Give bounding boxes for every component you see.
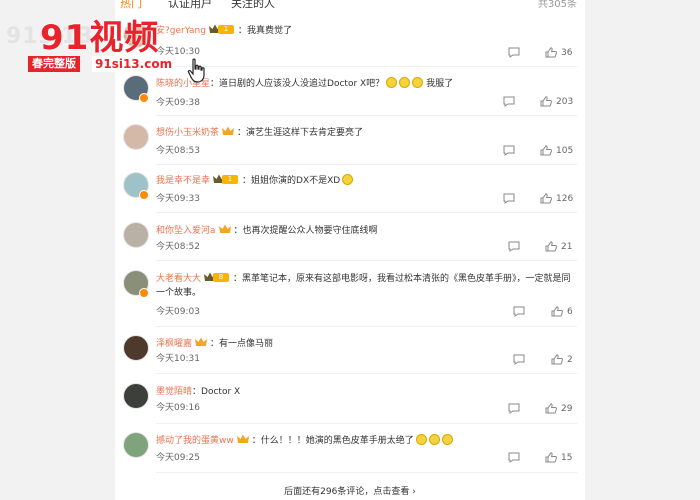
reply-icon[interactable] <box>508 452 520 463</box>
emoji-icon <box>386 77 398 88</box>
avatar[interactable] <box>123 222 149 248</box>
like-icon[interactable] <box>540 193 552 204</box>
comment-line: 泽枫曜嘉 ：有一点像马丽 <box>156 337 274 349</box>
reply-icon[interactable] <box>508 241 520 252</box>
comment-username[interactable]: 撼动了我的蛋黄ww <box>156 436 234 446</box>
comment-username[interactable]: 和你坠入爱河a <box>156 226 216 236</box>
like-count: 203 <box>556 97 574 107</box>
verified-badge <box>139 190 149 200</box>
like-count: 15 <box>561 453 573 463</box>
watermark-subtitle: 春完整版 <box>28 56 80 72</box>
divider <box>156 373 577 374</box>
comment-time: 今天09:25 <box>156 453 200 463</box>
divider <box>156 326 577 327</box>
like-count: 2 <box>567 355 573 365</box>
reply-icon[interactable] <box>503 96 515 107</box>
emoji-icon <box>415 434 427 445</box>
like-icon[interactable] <box>540 145 552 156</box>
crown-icon <box>195 337 208 346</box>
comment-time: 今天10:31 <box>156 354 200 364</box>
comment-time: 今天09:33 <box>156 194 200 204</box>
divider <box>156 212 577 213</box>
emoji-icon <box>428 434 440 445</box>
comment-line: 墨觉陌晴：Doctor X <box>156 387 241 397</box>
comment-time: 今天09:03 <box>156 307 200 317</box>
comment-text: 姐姐你演的DX不是XD <box>251 176 341 186</box>
emoji-icon <box>342 174 354 185</box>
like-count: 105 <box>556 146 574 156</box>
like-icon[interactable] <box>545 403 557 414</box>
comment-total: 共305条 <box>537 0 577 10</box>
divider <box>156 164 577 165</box>
crown-icon <box>236 434 249 443</box>
comment-username[interactable]: 我是幸不是幸 <box>156 176 210 186</box>
reply-icon[interactable] <box>508 47 520 58</box>
watermark-url: 91si13.com <box>92 56 176 72</box>
like-icon[interactable] <box>545 241 557 252</box>
emoji-icon <box>399 77 411 88</box>
avatar[interactable] <box>123 432 149 458</box>
comment-time: 今天09:16 <box>156 403 200 413</box>
comment-time: 今天09:38 <box>156 98 200 108</box>
verified-badge <box>139 288 149 298</box>
avatar[interactable] <box>123 124 149 150</box>
comment-text: 有一点像马丽 <box>219 339 274 349</box>
like-count: 29 <box>561 404 573 414</box>
verified-badge <box>139 93 149 103</box>
reply-icon[interactable] <box>508 403 520 414</box>
more-comments-link[interactable]: 后面还有296条评论，点击查看 › <box>115 484 585 497</box>
comment-line: 和你坠入爱河a ：也再次提醒公众人物要守住底线啊 <box>156 224 378 236</box>
like-icon[interactable] <box>545 47 557 58</box>
divider <box>156 260 577 261</box>
divider <box>156 423 577 424</box>
comment-username[interactable]: 墨觉陌晴 <box>156 387 192 397</box>
vip-badge: 1 <box>213 174 239 185</box>
comment-time: 今天08:53 <box>156 146 200 156</box>
like-icon[interactable] <box>545 452 557 463</box>
crown-icon <box>218 224 231 233</box>
comment-line: 大老看大大 8 ：黑革笔记本，原来有这部电影呀，我看过松本清张的《黑色皮革手册》，一… <box>156 272 571 298</box>
comment-text: 也再次提醒公众人物要守住底线啊 <box>242 226 378 236</box>
reply-icon[interactable] <box>513 354 525 365</box>
comment-time: 今天08:52 <box>156 242 200 252</box>
crown-icon <box>222 126 235 135</box>
hand-cursor-icon <box>187 58 205 83</box>
like-count: 21 <box>561 242 573 252</box>
avatar[interactable] <box>123 383 149 409</box>
comment-line: 撼动了我的蛋黄ww ：什么！！！她演的黑色皮革手册太绝了 <box>156 434 576 448</box>
divider <box>156 472 577 473</box>
like-count: 6 <box>567 307 573 317</box>
comment-text: 道日剧的人应该没人没追过Doctor X吧？ <box>219 79 385 89</box>
comment-line: 我是幸不是幸 1 ：姐姐你演的DX不是XD <box>156 174 576 188</box>
watermark-title: 91视频 <box>40 18 160 58</box>
emoji-icon <box>441 434 453 445</box>
vip-badge: 8 <box>204 272 230 283</box>
watermark: 91si13 91视频 春完整版 91si13.com <box>0 0 220 90</box>
emoji-icon <box>412 77 424 88</box>
like-count: 126 <box>556 194 574 204</box>
reply-icon[interactable] <box>513 306 525 317</box>
comment-text: Doctor X <box>201 387 241 397</box>
comment-username[interactable]: 想伤小玉米奶茶 <box>156 128 219 138</box>
like-count: 36 <box>561 48 573 58</box>
avatar[interactable] <box>123 335 149 361</box>
like-icon[interactable] <box>551 306 563 317</box>
comment-text-suffix: 我服了 <box>426 79 454 89</box>
tab-following[interactable]: 关注的人 <box>231 0 275 11</box>
comment-text: 我真费觉了 <box>246 26 292 36</box>
comment-username[interactable]: 泽枫曜嘉 <box>156 339 192 349</box>
reply-icon[interactable] <box>503 193 515 204</box>
comment-text: 什么！！！她演的黑色皮革手册太绝了 <box>260 436 414 446</box>
divider <box>156 115 577 116</box>
comment-text: 演艺生涯这样下去肯定要亮了 <box>246 128 364 138</box>
comment-username[interactable]: 大老看大大 <box>156 274 201 284</box>
like-icon[interactable] <box>551 354 563 365</box>
like-icon[interactable] <box>540 96 552 107</box>
reply-icon[interactable] <box>503 145 515 156</box>
comment-line: 想伤小玉米奶茶 ：演艺生涯这样下去肯定要亮了 <box>156 126 364 138</box>
